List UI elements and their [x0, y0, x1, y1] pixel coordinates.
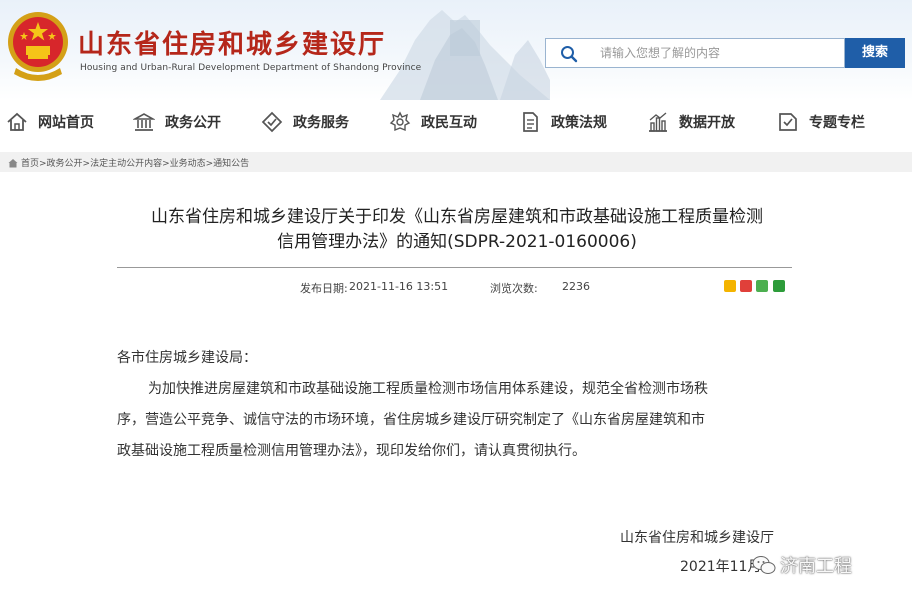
- breadcrumb-text[interactable]: 首页>政务公开>法定主动公开内容>业务动态>通知公告: [21, 156, 249, 169]
- breadcrumb: 首页>政务公开>法定主动公开内容>业务动态>通知公告: [0, 152, 912, 172]
- share-qzone-icon[interactable]: [724, 280, 736, 292]
- publish-date: 2021-11-16 13:51: [349, 280, 449, 293]
- salutation: 各市住房城乡建设局：: [117, 350, 257, 366]
- nav-item-gov-service[interactable]: 政务服务: [261, 110, 349, 134]
- mountain-decoration: [380, 10, 550, 100]
- nav-item-label: 政民互动: [421, 115, 477, 131]
- paragraph-line: 政基础设施工程质量检测信用管理办法》，现印发给你们，请认真贯彻执行。: [117, 443, 586, 459]
- publish-label: 发布日期:: [300, 282, 348, 295]
- nav-item-topics[interactable]: 专题专栏: [777, 110, 865, 134]
- watermark: 济南工程: [752, 552, 852, 578]
- search-input[interactable]: [600, 39, 840, 67]
- topic-icon: [779, 113, 797, 131]
- national-emblem-icon: [8, 12, 68, 81]
- views-label: 浏览次数:: [490, 282, 538, 295]
- search-icon: [561, 46, 578, 63]
- article-title-line: 信用管理办法》的通知(SDPR-2021-0160006): [277, 232, 637, 252]
- nav-item-label: 政务服务: [293, 115, 349, 131]
- nav-item-home[interactable]: 网站首页: [6, 110, 94, 134]
- nav-item-label: 政务公开: [165, 115, 221, 131]
- nav-item-interaction[interactable]: 政民互动: [389, 110, 477, 134]
- title-divider: [117, 267, 792, 268]
- paragraph-line: 序，营造公平竞争、诚信守法的市场环境，省住房城乡建设厅研究制定了《山东省房屋建筑…: [117, 412, 705, 428]
- government-building-icon: [133, 113, 155, 131]
- home-icon: [7, 112, 27, 131]
- search-box: [545, 38, 845, 68]
- share-weibo-icon[interactable]: [740, 280, 752, 292]
- watermark-text: 济南工程: [780, 556, 852, 577]
- nav-item-label: 政策法规: [551, 115, 607, 131]
- main-nav: 网站首页 政务公开 政务服务 政民互动 政策法规 数据开放 专题专栏: [0, 100, 912, 144]
- signature: 山东省住房和城乡建设厅: [620, 530, 774, 546]
- views-count: 2236: [562, 280, 590, 293]
- breadcrumb-path[interactable]: 首页>政务公开>法定主动公开内容>业务动态>通知公告: [8, 156, 249, 169]
- nav-item-gov-open[interactable]: 政务公开: [133, 110, 221, 134]
- article-title: 山东省住房和城乡建设厅关于印发《山东省房屋建筑和市政基础设施工程质量检测 信用管…: [117, 205, 797, 255]
- bar-chart-icon: [649, 112, 667, 132]
- site-subtitle: Housing and Urban-Rural Development Depa…: [80, 63, 422, 73]
- service-diamond-icon: [261, 111, 283, 133]
- wechat-icon: [752, 556, 776, 574]
- nav-item-label: 专题专栏: [809, 115, 865, 131]
- share-douban-icon[interactable]: [773, 280, 785, 292]
- site-title[interactable]: 山东省住房和城乡建设厅: [78, 24, 386, 61]
- paragraph-line: 为加快推进房屋建筑和市政基础设施工程质量检测市场信用体系建设，规范全省检测市场秩: [148, 381, 708, 397]
- home-icon: [8, 158, 18, 167]
- nav-item-label: 数据开放: [679, 115, 735, 131]
- search-button[interactable]: 搜索: [845, 38, 905, 68]
- nav-item-open-data[interactable]: 数据开放: [647, 110, 735, 134]
- nav-item-policy[interactable]: 政策法规: [519, 110, 607, 134]
- interaction-icon: [389, 111, 411, 132]
- nav-item-label: 网站首页: [38, 115, 94, 131]
- site-header: 山东省住房和城乡建设厅 Housing and Urban-Rural Deve…: [0, 0, 912, 100]
- sign-date: 2021年11月: [680, 559, 762, 575]
- article-title-line: 山东省住房和城乡建设厅关于印发《山东省房屋建筑和市政基础设施工程质量检测: [151, 207, 763, 227]
- share-wechat-icon[interactable]: [756, 280, 768, 292]
- document-icon: [523, 112, 538, 132]
